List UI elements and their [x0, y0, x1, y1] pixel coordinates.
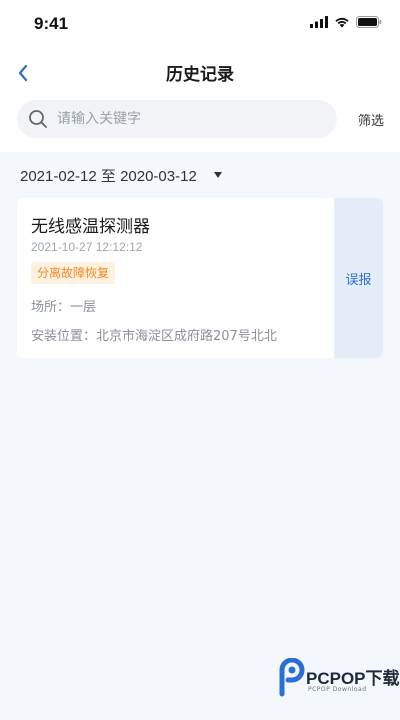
record-location: 场所：一层: [31, 300, 97, 315]
misreport-button[interactable]: 误报: [334, 198, 383, 358]
date-range-selector[interactable]: 2021-02-12 至 2020-03-12: [20, 164, 223, 186]
filter-button[interactable]: 筛选: [358, 110, 384, 129]
search-row: 筛选: [0, 98, 400, 144]
battery-icon: [356, 16, 382, 28]
record-card[interactable]: 无线感温探测器 2021-10-27 12:12:12 分离故障恢复 场所：一层…: [17, 198, 383, 358]
record-card-body[interactable]: 无线感温探测器 2021-10-27 12:12:12 分离故障恢复 场所：一层…: [17, 198, 334, 358]
status-bar: 9:41: [0, 0, 400, 48]
search-box[interactable]: [17, 100, 337, 138]
watermark: PCPOP下载 PCPOP Download: [276, 656, 400, 718]
caret-down-icon: [213, 172, 222, 178]
record-time: 2021-10-27 12:12:12: [31, 240, 143, 254]
search-input[interactable]: [57, 111, 337, 127]
date-range-text: 2021-02-12 至 2020-03-12: [20, 167, 197, 185]
status-icons: [310, 16, 382, 28]
watermark-subtext: PCPOP Download: [308, 686, 367, 693]
pcpop-logo-icon: [279, 658, 305, 697]
status-badge: 分离故障恢复: [31, 262, 116, 284]
history-content: 2021-02-12 至 2020-03-12 无线感温探测器 2021-10-…: [0, 152, 400, 720]
wifi-icon: [335, 17, 349, 28]
status-time: 9:41: [34, 14, 69, 33]
page-title: 历史记录: [166, 65, 234, 85]
cellular-signal-icon: [310, 16, 328, 28]
record-title: 无线感温探测器: [31, 217, 150, 237]
nav-bar: 历史记录: [0, 48, 400, 96]
record-address: 安装位置：北京市海淀区成府路207号北北: [31, 329, 277, 344]
search-icon: [29, 110, 47, 128]
